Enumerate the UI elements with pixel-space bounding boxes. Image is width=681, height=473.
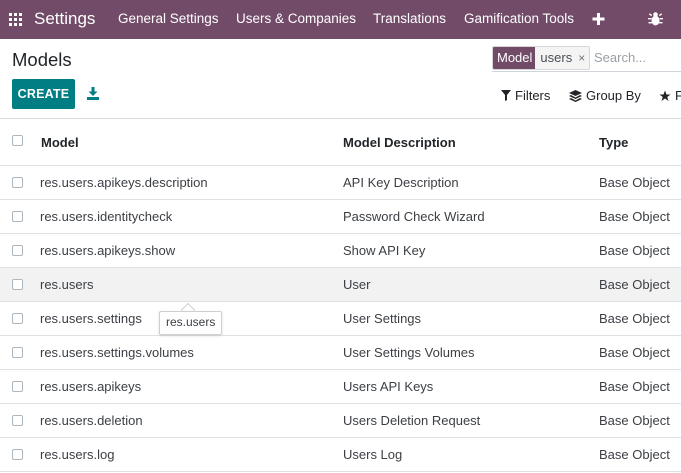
cell-type: Base Object [599,277,670,292]
table-row[interactable]: res.users.apikeys.show Show API Key Base… [0,234,681,268]
cell-type: Base Object [599,413,670,428]
row-checkbox[interactable] [12,381,23,392]
row-checkbox[interactable] [12,177,23,188]
search-input[interactable] [590,46,681,69]
app-brand[interactable]: Settings [34,9,95,29]
cell-type: Base Object [599,243,670,258]
table-row[interactable]: res.users User Base Object [0,268,681,302]
page-title: Models [12,49,72,70]
top-navbar: Settings General Settings Users & Compan… [0,0,681,39]
filters-label: Filters [515,88,551,103]
layers-icon [569,89,582,102]
cell-description: Users API Keys [343,379,434,394]
download-icon[interactable] [87,87,99,100]
cell-model: res.users.deletion [40,413,143,428]
favorites-label: F [675,88,681,103]
row-checkbox[interactable] [12,245,23,256]
cell-model: res.users.apikeys.show [40,243,176,258]
menu-gamification-tools[interactable]: Gamification Tools [464,11,574,26]
row-checkbox[interactable] [12,313,23,324]
cell-type: Base Object [599,175,670,190]
cell-description: User Settings [343,311,422,326]
table-row[interactable]: res.users.settings User Settings Base Ob… [0,302,681,336]
table-header: Model Model Description Type [0,119,681,166]
apps-grid-icon[interactable] [9,13,22,26]
select-all-checkbox[interactable] [12,135,23,146]
row-checkbox[interactable] [12,347,23,358]
search-facet: Model users × [492,46,591,70]
cell-model: res.users.settings.volumes [40,345,194,360]
row-checkbox[interactable] [12,415,23,426]
star-icon [659,90,671,101]
cell-model: res.users.identitycheck [40,209,173,224]
column-header-model[interactable]: Model [41,135,79,150]
favorites-button[interactable]: F [659,88,681,103]
cell-type: Base Object [599,447,670,462]
table-row[interactable]: res.users.identitycheck Password Check W… [0,200,681,234]
create-button[interactable]: CREATE [12,79,75,109]
cell-model: res.users.log [40,447,115,462]
facet-value-group: users × [535,47,590,69]
column-header-type[interactable]: Type [599,135,628,150]
facet-label: Model [493,47,536,69]
menu-translations[interactable]: Translations [373,11,446,26]
table-row[interactable]: res.users.log Users Log Base Object [0,438,681,472]
facet-remove-icon[interactable]: × [578,50,585,69]
cell-description: User [343,277,371,292]
column-header-description[interactable]: Model Description [343,135,456,150]
cell-model: res.users.apikeys.description [40,175,208,190]
plus-icon[interactable] [592,12,605,26]
cell-description: API Key Description [343,175,459,190]
search-underline [492,71,681,72]
table-row[interactable]: res.users.apikeys.description API Key De… [0,166,681,200]
cell-type: Base Object [599,379,670,394]
row-checkbox[interactable] [12,279,23,290]
group-by-button[interactable]: Group By [569,88,641,103]
cell-type: Base Object [599,209,670,224]
cell-model: res.users.settings [40,311,142,326]
cell-model: res.users.apikeys [40,379,142,394]
cell-description: Users Deletion Request [343,413,481,428]
menu-users-companies[interactable]: Users & Companies [236,11,356,26]
table-row[interactable]: res.users.apikeys Users API Keys Base Ob… [0,370,681,404]
row-checkbox[interactable] [12,211,23,222]
filter-icon [501,90,511,101]
cell-type: Base Object [599,311,670,326]
facet-value: users [540,50,573,65]
tooltip: res.users [159,311,223,335]
menu-general-settings[interactable]: General Settings [118,11,219,26]
cell-description: Users Log [343,447,403,462]
row-checkbox[interactable] [12,449,23,460]
table-row[interactable]: res.users.settings.volumes User Settings… [0,336,681,370]
bug-icon[interactable] [648,11,663,27]
cell-description: Password Check Wizard [343,209,485,224]
cell-description: User Settings Volumes [343,345,475,360]
models-table: Model Model Description Type res.users.a… [0,119,681,472]
group-by-label: Group By [586,88,641,103]
table-row[interactable]: res.users.deletion Users Deletion Reques… [0,404,681,438]
cell-type: Base Object [599,345,670,360]
cell-description: Show API Key [343,243,426,258]
cell-model: res.users [40,277,94,292]
filters-button[interactable]: Filters [501,88,550,103]
